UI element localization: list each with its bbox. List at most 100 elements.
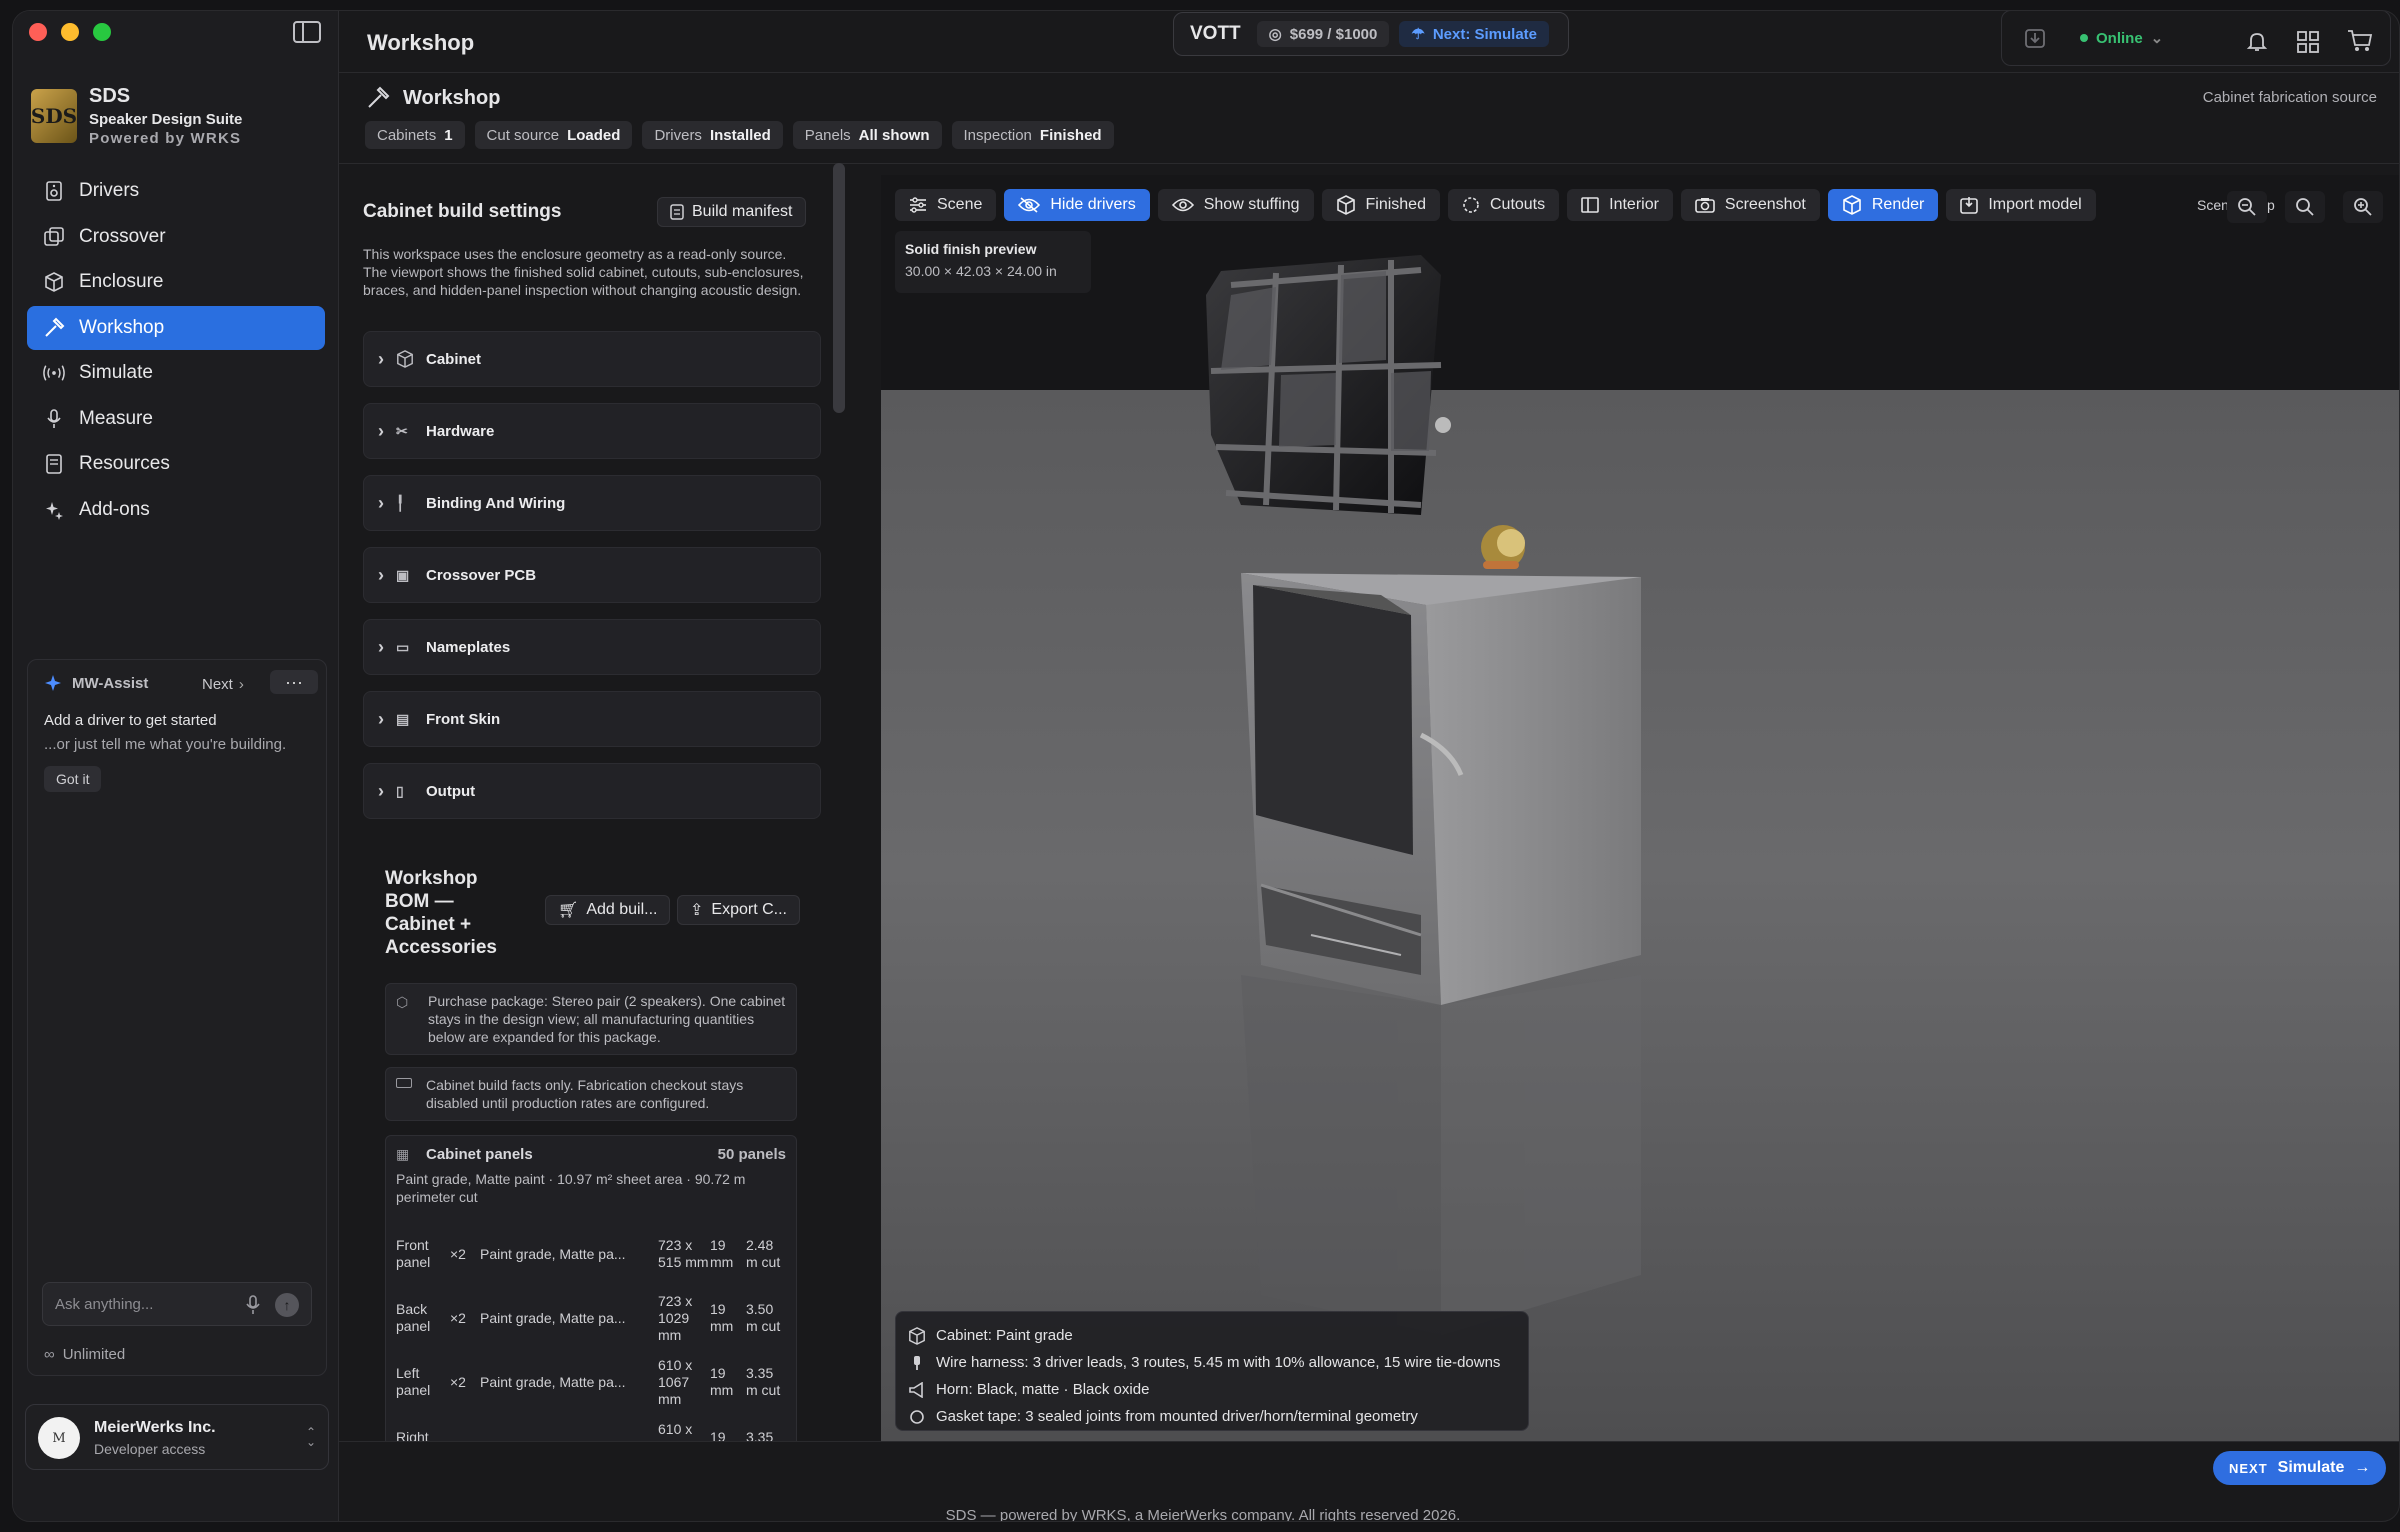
viewport-info-panel: Cabinet: Paint grade Wire harness: 3 driv… xyxy=(895,1311,1529,1431)
chip-icon: ▣ xyxy=(396,566,410,583)
cell-name: Left panel xyxy=(396,1365,431,1398)
sidebar-nav: Drivers Crossover Enclosure Workshop Simulat… xyxy=(27,169,325,533)
sidebar-item-add-ons[interactable]: Add-ons xyxy=(27,488,325,532)
wave-icon xyxy=(43,362,65,384)
project-name: VOTT xyxy=(1190,23,1241,44)
cabinet-panels-title: Cabinet panels xyxy=(426,1146,533,1163)
export-button[interactable]: ⇪ Export C... xyxy=(677,895,800,925)
toolbar-show-stuffing-button[interactable]: Show stuffing xyxy=(1157,189,1314,221)
table-row: Back panel ×2 Paint grade, Matte pa... 723 … xyxy=(396,1286,792,1350)
fabrication-note-text: Cabinet build facts only. Fabrication ch… xyxy=(426,1077,744,1111)
cell-size: 723 x 1029 mm xyxy=(658,1292,693,1343)
sidebar-item-enclosure[interactable]: Enclosure xyxy=(27,260,325,304)
cell-t: 19 mm xyxy=(710,1237,734,1270)
toolbar-import-model-button[interactable]: Import model xyxy=(1946,189,2096,221)
toolbar-label: Render xyxy=(1871,196,1925,213)
minimize-window-button[interactable] xyxy=(61,23,79,41)
toolbar-label: Cutouts xyxy=(1489,196,1546,213)
next-label: Simulate xyxy=(2277,1459,2345,1476)
add-build-button[interactable]: 🛒︎ Add buil... xyxy=(545,895,671,925)
mic-icon xyxy=(43,408,65,430)
section-binding-and-wiring[interactable]: › ╿ Binding And Wiring xyxy=(363,475,821,531)
brass-terminal xyxy=(1481,525,1525,569)
pill-key: Drivers xyxy=(654,126,702,144)
add-build-label: Add buil... xyxy=(586,901,658,918)
sidebar-item-resources[interactable]: Resources xyxy=(27,442,325,486)
sidebar-item-workshop[interactable]: Workshop xyxy=(27,305,325,350)
account-switcher[interactable]: M MeierWerks Inc. Developer access ⌃ ⌄ xyxy=(25,1404,329,1470)
status-pill-cut-source: Cut source Loaded xyxy=(474,121,633,149)
fabrication-source-link[interactable]: Cabinet fabrication source xyxy=(2203,89,2377,106)
toolbar-label: Screenshot xyxy=(1724,196,1806,213)
toolbar-render-button[interactable]: Render xyxy=(1827,189,1939,221)
section-crossover-pcb[interactable]: › ▣ Crossover PCB xyxy=(363,547,821,603)
chevron-updown-icon: ⌃ ⌄ xyxy=(306,1425,317,1449)
section-output[interactable]: › ▯ Output xyxy=(363,763,821,819)
pill-value: Finished xyxy=(1039,126,1102,144)
hammer-icon xyxy=(43,317,65,339)
mic-icon[interactable] xyxy=(245,1295,261,1315)
maximize-window-button[interactable] xyxy=(93,23,111,41)
cell-mat: Paint grade, Matte pa... xyxy=(480,1245,626,1262)
next-step-badge[interactable]: ☂ Next: Simulate xyxy=(1399,21,1550,47)
pill-value: Loaded xyxy=(567,126,621,144)
info-line: Horn: Black, matte · Black oxide xyxy=(908,1376,1516,1403)
bell-icon[interactable] xyxy=(2245,29,2269,53)
circle-icon xyxy=(1462,196,1480,214)
cabinet-side xyxy=(1426,577,1641,1005)
sidebar-item-drivers[interactable]: Drivers xyxy=(27,169,325,213)
sidebar: SDS SDS Speaker Design Suite Powered by … xyxy=(13,11,339,1521)
sidebar-item-measure[interactable]: Measure xyxy=(27,397,325,441)
chevron-right-icon: › xyxy=(378,636,384,657)
toolbar-label: Hide drivers xyxy=(1050,196,1136,213)
cell-cut: 2.48 m cut xyxy=(746,1237,781,1270)
got-it-button[interactable]: Got it xyxy=(44,766,102,792)
sidebar-item-label: Crossover xyxy=(79,225,166,247)
online-status[interactable]: Online ⌄ xyxy=(2080,29,2163,47)
section-cabinet[interactable]: › Cabinet xyxy=(363,331,821,387)
save-icon[interactable] xyxy=(2024,27,2046,49)
next-simulate-button[interactable]: NEXT Simulate → xyxy=(2213,1451,2387,1485)
cell-mat: Paint grade, Matte pa... xyxy=(480,1373,626,1390)
toolbar-hide-drivers-button[interactable]: Hide drivers xyxy=(1004,189,1150,221)
more-options-button[interactable]: ··· xyxy=(270,670,318,694)
mw-assist-panel: MW-Assist Next › ··· Add a driver to get… xyxy=(27,659,327,1376)
section-front-skin[interactable]: › ▤ Front Skin xyxy=(363,691,821,747)
cell-name: Front panel xyxy=(396,1237,431,1270)
sidebar-item-simulate[interactable]: Simulate xyxy=(27,351,325,395)
assist-next-button[interactable]: Next › xyxy=(202,676,244,693)
chevron-right-icon: › xyxy=(378,780,384,801)
main-area: Workshop VOTT ◎ $699 / $1000 ☂ Next: Simul… xyxy=(339,11,2399,1521)
assist-chat-input[interactable]: Ask anything... ↑ xyxy=(42,1282,312,1326)
sds-logo: SDS xyxy=(31,89,77,143)
toolbar-label: Interior xyxy=(1609,196,1659,213)
speaker-render xyxy=(1206,255,1641,1335)
viewport[interactable]: Scene Hide drivers Show stuffing Finished Cu… xyxy=(881,175,2399,1441)
toolbar-interior-button[interactable]: Interior xyxy=(1567,189,1673,221)
cart-icon[interactable] xyxy=(2347,29,2373,53)
section-hardware[interactable]: › ✂︎ Hardware xyxy=(363,403,821,459)
sidebar-item-crossover[interactable]: Crossover xyxy=(27,215,325,259)
zoom-out-icon[interactable] xyxy=(2227,191,2267,223)
toolbar-scene-button[interactable]: Scene xyxy=(895,189,997,221)
sidebar-toggle-icon[interactable] xyxy=(293,21,321,43)
zoom-fit-icon[interactable] xyxy=(2285,191,2325,223)
infinity-icon: ∞ xyxy=(44,1346,55,1363)
grid-icon[interactable] xyxy=(2297,31,2319,53)
toolbar-screenshot-button[interactable]: Screenshot xyxy=(1680,189,1820,221)
import-icon xyxy=(1960,196,1979,214)
terminal-knob xyxy=(1435,417,1451,433)
zoom-in-icon[interactable] xyxy=(2343,191,2383,223)
avatar: M xyxy=(38,1417,80,1459)
eye-icon xyxy=(1171,197,1194,213)
close-window-button[interactable] xyxy=(29,23,47,41)
cell-t: 19 mm xyxy=(710,1365,734,1398)
export-label: Export C... xyxy=(711,901,787,918)
cube-icon xyxy=(1336,195,1356,215)
build-manifest-button[interactable]: Build manifest xyxy=(657,197,806,227)
send-icon[interactable]: ↑ xyxy=(275,1293,299,1317)
section-nameplates[interactable]: › ▭ Nameplates xyxy=(363,619,821,675)
toolbar-cutouts-button[interactable]: Cutouts xyxy=(1447,189,1560,221)
toolbar-finished-button[interactable]: Finished xyxy=(1321,189,1440,221)
settings-scrollbar[interactable] xyxy=(833,163,845,413)
